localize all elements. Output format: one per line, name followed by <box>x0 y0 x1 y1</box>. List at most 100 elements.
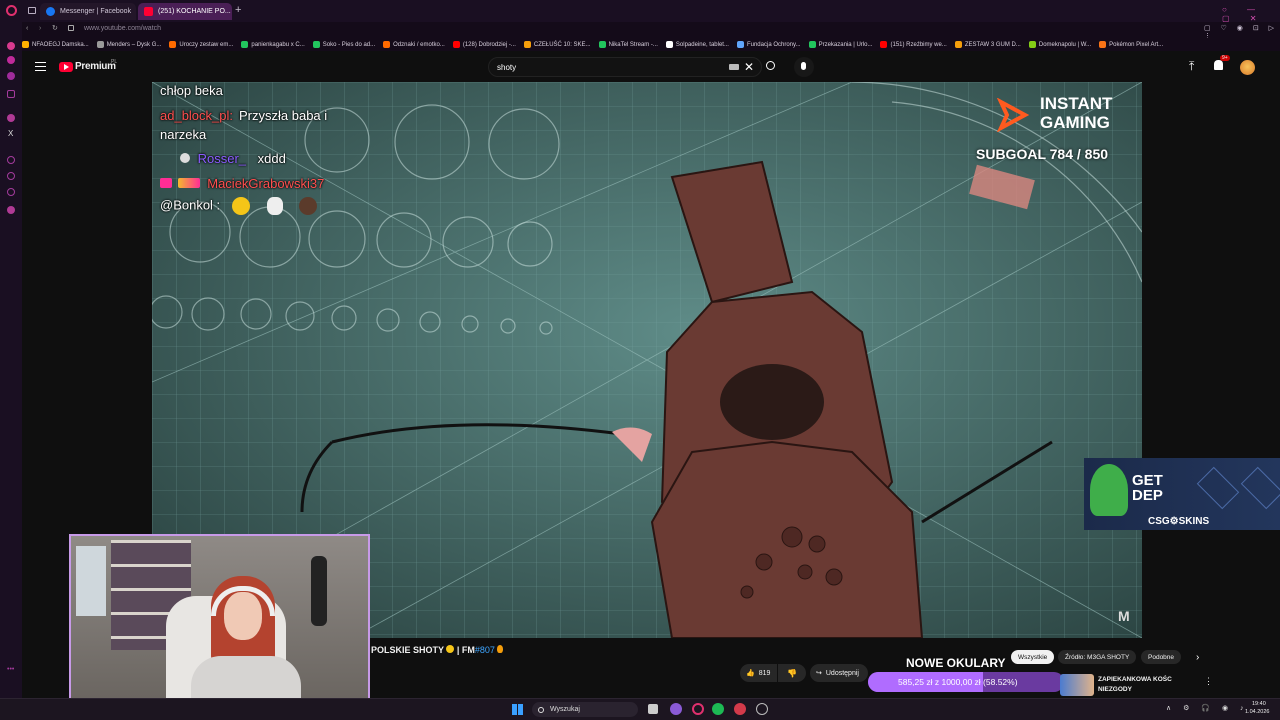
bookmark-item[interactable]: ZESTAW 3 GUM D... <box>954 41 1021 48</box>
app-icon[interactable] <box>756 703 768 715</box>
bookmark-item[interactable]: Fundacja Ochrony... <box>736 41 801 48</box>
reload-icon[interactable]: ↻ <box>52 24 58 32</box>
tab-youtube-active[interactable]: (251) KOCHANIE PO... <box>138 3 232 20</box>
emote-icon <box>299 197 318 215</box>
taskbar: Wyszukaj ∧ ⚙ 🎧 ◉ ♪ 19:40 1.04.2026 <box>0 698 1280 720</box>
instant-gaming-text: GAMING <box>1040 113 1110 132</box>
search-input[interactable]: shoty <box>497 63 516 72</box>
chat-text: xddd <box>257 151 286 166</box>
bookmark-favicon-icon <box>880 41 888 48</box>
voice-search-button[interactable] <box>794 57 814 77</box>
chip-related[interactable]: Podobne <box>1141 650 1182 664</box>
bookmark-favicon-icon <box>169 41 177 48</box>
bookmark-item[interactable]: CZEŁUŚĆ 10: SKE... <box>523 41 591 48</box>
instant-gaming-text: INSTANT <box>1040 94 1113 113</box>
tab-label: Messenger | Facebook <box>60 8 132 15</box>
tab-messenger[interactable]: Messenger | Facebook <box>40 3 136 20</box>
bookmark-favicon-icon <box>808 41 816 48</box>
share-button[interactable]: ↪ Udostępnij <box>810 664 868 682</box>
bookmark-item[interactable]: (128) Dobrodziej -... <box>452 41 516 48</box>
csgo-skins-ad[interactable]: GET DEP CSG⚙SKINS <box>1084 458 1280 530</box>
sidebar-more-icon[interactable]: ••• <box>7 666 14 673</box>
chat-message: Rosser_ xddd <box>160 151 286 166</box>
workspaces-icon[interactable] <box>28 7 36 14</box>
sidebar-icon-8[interactable] <box>7 206 15 214</box>
sidebar-icon-6[interactable] <box>7 172 15 180</box>
sidebar-icon-7[interactable] <box>7 188 15 196</box>
badge-icon <box>180 153 190 163</box>
bookmark-favicon-icon <box>312 41 320 48</box>
windows-start-icon[interactable] <box>512 704 523 715</box>
dislike-button[interactable]: 👎 <box>778 664 806 682</box>
back-icon[interactable]: ‹ <box>26 25 28 32</box>
spotify-icon[interactable] <box>712 703 724 715</box>
x-icon[interactable]: X <box>8 129 13 138</box>
task-view-icon[interactable] <box>648 704 658 714</box>
recommended-thumbnail[interactable] <box>1060 674 1094 696</box>
chat-username: @Bonkol : <box>160 197 221 213</box>
bookmark-item[interactable]: Pokémon Pixel Art... <box>1099 41 1163 48</box>
avatar[interactable] <box>1240 60 1255 75</box>
bell-icon <box>1214 60 1223 70</box>
recommended-title[interactable]: ZAPIEKANKOWA KOŚC <box>1098 676 1172 683</box>
forward-icon[interactable]: › <box>39 25 41 32</box>
like-button[interactable]: 👍 819 <box>740 664 777 682</box>
bookmark-item[interactable]: Przekazania | Urlo... <box>808 41 872 48</box>
webcam-overlay <box>69 534 370 704</box>
chat-message: @Bonkol : <box>160 197 318 215</box>
window-controls[interactable]: ○ — ▢ ✕ <box>1222 5 1280 23</box>
bookmark-item[interactable]: NFAOEGJ Damska... <box>22 41 89 48</box>
bookmark-item[interactable]: Menders – Dysk G... <box>96 41 161 48</box>
new-tab-button[interactable]: + <box>235 4 241 16</box>
sidebar-icon-5[interactable] <box>7 156 15 164</box>
discord-icon[interactable] <box>670 703 682 715</box>
clock-date[interactable]: 1.04.2026 <box>1245 709 1269 715</box>
sidebar-icon-4[interactable] <box>7 90 15 98</box>
heart-badge-icon <box>160 178 172 188</box>
ad-title: DEP <box>1132 487 1163 504</box>
bookmark-favicon-icon <box>383 41 391 48</box>
chip-source[interactable]: Źródło: M3GA SHOTY <box>1058 650 1137 664</box>
hashtag-link[interactable]: #807 <box>475 645 495 655</box>
search-box[interactable]: shoty ✕ <box>488 57 762 77</box>
address-bar-row: ‹ › ↻ www.youtube.com/watch ▢ ♡ ◉ ⊡ ▷ ⋮ <box>22 22 1280 40</box>
sidebar-icon-2[interactable] <box>7 56 15 64</box>
chat-message: chłop beka <box>160 83 223 98</box>
opera-taskbar-icon[interactable] <box>692 703 704 715</box>
notifications-button[interactable]: 9+ <box>1214 55 1230 70</box>
bookmark-item[interactable]: panienkagabu x C... <box>241 41 305 48</box>
opera-logo-icon[interactable] <box>6 5 17 16</box>
hoodie <box>191 656 301 702</box>
instant-gaming-icon <box>996 98 1029 132</box>
bookmark-item[interactable]: Soko - Pies do ad... <box>312 41 375 48</box>
bookmark-item[interactable]: NikaTel Stream -... <box>598 41 658 48</box>
upload-icon[interactable]: ⤒ <box>1189 59 1194 74</box>
url-field[interactable]: www.youtube.com/watch <box>84 25 161 32</box>
search-button[interactable] <box>762 57 782 77</box>
bookmark-item[interactable]: Uroczy zestaw em... <box>169 41 233 48</box>
bookmark-item[interactable]: (151) Rzeźbimy we... <box>880 41 947 48</box>
search-icon <box>766 61 775 70</box>
bookmark-item[interactable]: Solpadeine, tablet... <box>665 41 729 48</box>
recommended-title[interactable]: NIEZGODY <box>1098 686 1132 693</box>
tray-icons[interactable]: ∧ ⚙ 🎧 ◉ ♪ <box>1166 704 1249 712</box>
youtube-logo-icon[interactable] <box>59 62 73 72</box>
chat-message: MaciekGrabowski37 <box>160 176 324 191</box>
share-icon: ↪ <box>816 670 822 677</box>
watermark-m-icon: M <box>1118 608 1130 624</box>
sidebar-icon-3[interactable] <box>7 72 15 80</box>
bookmark-item[interactable]: Odznaki / emotko... <box>383 41 445 48</box>
app-icon[interactable] <box>734 703 746 715</box>
sidebar-icon-1[interactable] <box>7 42 15 50</box>
chips-next-icon[interactable]: › <box>1196 652 1199 663</box>
bookmark-item[interactable]: Domeknapolu | W... <box>1028 41 1091 48</box>
keyboard-icon[interactable] <box>729 64 739 70</box>
clock-time[interactable]: 19:40 <box>1252 701 1266 707</box>
menu-icon[interactable] <box>35 62 46 71</box>
more-options-icon[interactable]: ⋮ <box>1204 676 1213 687</box>
clear-search-icon[interactable]: ✕ <box>744 60 754 74</box>
chat-message: ad_block_pl: Przyszła baba i <box>160 108 327 123</box>
messenger-icon[interactable] <box>7 114 15 122</box>
taskbar-search[interactable]: Wyszukaj <box>532 702 638 717</box>
chip-all[interactable]: Wszystkie <box>1011 650 1055 664</box>
